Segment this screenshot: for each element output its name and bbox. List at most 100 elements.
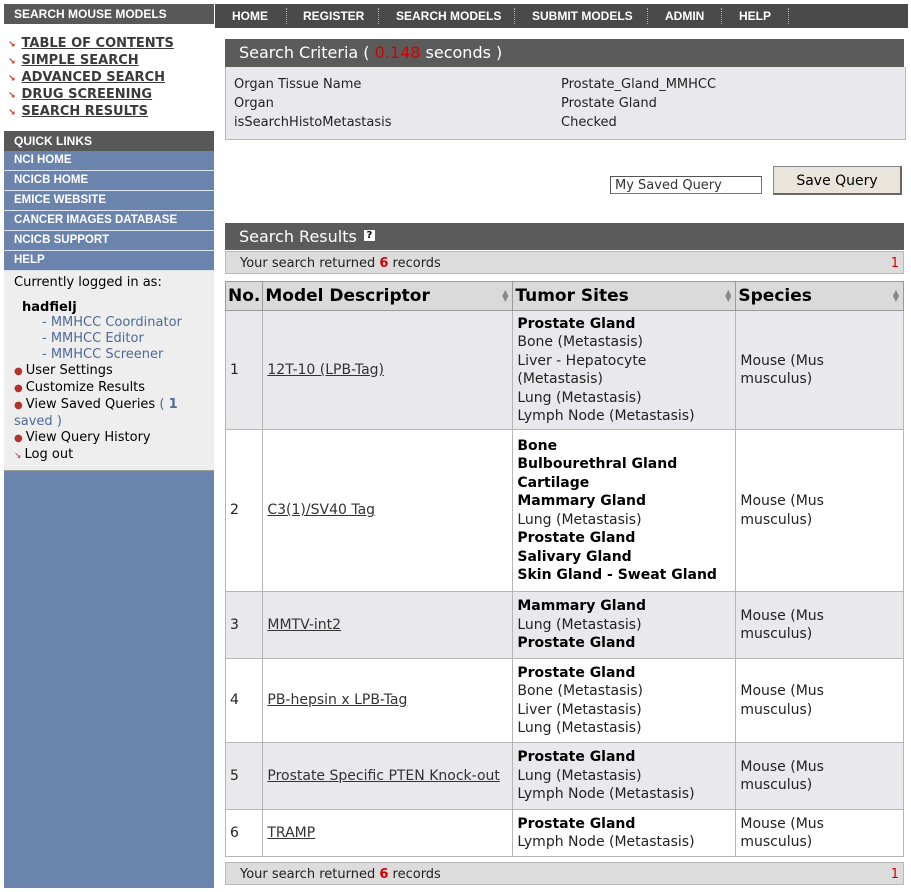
- results-body: 1 12T-10 (LPB-Tag) Prostate Gland Bone (Met…: [224, 310, 904, 857]
- nav-search-models[interactable]: SEARCH MODELS: [396, 4, 501, 28]
- nav-admin[interactable]: ADMIN: [665, 4, 704, 28]
- nav-submit-models[interactable]: SUBMIT MODELS: [532, 4, 633, 28]
- species-cell: Mouse (Mus musculus): [735, 591, 904, 659]
- column-header-tumor-sites[interactable]: Tumor Sites ▲ ▼: [512, 281, 737, 311]
- model-link[interactable]: Prostate Specific PTEN Knock-out: [267, 768, 500, 784]
- page-number[interactable]: 1: [891, 252, 899, 275]
- tumor-sites-cell: Prostate Gland Bone (Metastasis) Liver (Me…: [512, 658, 737, 743]
- tumor-sites-cell: Bone Bulbourethral Gland Cartilage Mammary …: [512, 429, 737, 592]
- tumor-site: Bulbourethral Gland: [517, 456, 678, 472]
- nav-help[interactable]: HELP: [739, 4, 771, 28]
- toc-item-advanced-search[interactable]: ↘ ADVANCED SEARCH: [8, 70, 214, 87]
- tumor-site: Lung (Metastasis): [517, 720, 642, 736]
- results-table: No. Model Descriptor ▲ ▼ Tumor Sites ▲ ▼ Spe…: [224, 281, 904, 857]
- column-header-species[interactable]: Species ▲ ▼: [735, 281, 904, 311]
- tumor-site: Prostate Gland: [517, 815, 636, 832]
- tumor-site: Lung (Metastasis): [517, 511, 642, 528]
- toc-item-table-of-contents[interactable]: ↘ TABLE OF CONTENTS: [8, 36, 214, 53]
- help-icon[interactable]: ?: [363, 230, 375, 241]
- table-row: 5 Prostate Specific PTEN Knock-out Prostat…: [224, 742, 904, 810]
- bullet-icon: ●: [14, 400, 23, 411]
- model-link[interactable]: C3(1)/SV40 Tag: [267, 502, 375, 518]
- quick-link-nci-home[interactable]: NCI HOME: [4, 151, 214, 171]
- user-settings-link[interactable]: User Settings: [26, 363, 113, 378]
- tumor-site: Lung (Metastasis): [517, 389, 642, 406]
- search-results-header: Search Results ?: [225, 223, 904, 250]
- arrow-icon: ↘: [8, 91, 16, 101]
- tumor-site: Lung (Metastasis): [517, 767, 642, 784]
- table-row: 4 PB-hepsin x LPB-Tag Prostate Gland Bone (…: [224, 658, 904, 743]
- species-cell: Mouse (Mus musculus): [735, 809, 904, 857]
- model-descriptor-cell: Prostate Specific PTEN Knock-out: [262, 742, 514, 810]
- row-number: 4: [224, 658, 264, 743]
- nav-separator: [721, 8, 722, 24]
- toc-item-simple-search[interactable]: ↘ SIMPLE SEARCH: [8, 53, 214, 70]
- saved-suffix: saved ): [14, 414, 62, 429]
- criteria-value: Prostate Gland: [561, 96, 657, 111]
- view-query-history-link[interactable]: View Query History: [26, 430, 151, 445]
- tumor-site: Lymph Node (Metastasis): [517, 408, 695, 424]
- results-summary-bottom: Your search returned 6 records 1: [225, 862, 904, 885]
- saved-queries-count: 1: [168, 397, 178, 412]
- save-query-button[interactable]: Save Query: [773, 166, 902, 195]
- tumor-site: Bone (Metastasis): [517, 334, 644, 350]
- view-saved-queries-link[interactable]: View Saved Queries: [26, 397, 155, 412]
- quick-link-ncicb-home[interactable]: NCICB HOME: [4, 171, 214, 191]
- nav-separator: [788, 8, 789, 24]
- top-navigation: HOME REGISTER SEARCH MODELS SUBMIT MODEL…: [215, 4, 908, 28]
- tumor-site: Lymph Node (Metastasis): [517, 834, 695, 850]
- logout-link[interactable]: Log out: [25, 447, 74, 462]
- tumor-site: Prostate Gland: [517, 749, 636, 766]
- account-link-row: ● Customize Results: [14, 380, 206, 397]
- species-cell: Mouse (Mus musculus): [735, 310, 904, 430]
- model-link[interactable]: MMTV-int2: [267, 617, 341, 633]
- nav-register[interactable]: REGISTER: [303, 4, 364, 28]
- model-descriptor-cell: 12T-10 (LPB-Tag): [262, 310, 514, 430]
- table-row: 6 TRAMP Prostate Gland Lymph Node (Metastas…: [224, 809, 904, 857]
- sidebar-header: SEARCH MOUSE MODELS: [4, 4, 214, 24]
- account-link-row: ● User Settings: [14, 363, 206, 380]
- criteria-name: Organ: [234, 96, 274, 111]
- criteria-name: isSearchHistoMetastasis: [234, 115, 392, 130]
- model-link[interactable]: PB-hepsin x LPB-Tag: [267, 692, 407, 708]
- tumor-site: Bone (Metastasis): [517, 683, 644, 699]
- tumor-sites-cell: Prostate Gland Lung (Metastasis) Lymph Nod…: [512, 742, 737, 810]
- results-count: 6: [379, 256, 389, 271]
- criteria-name: Organ Tissue Name: [234, 77, 362, 92]
- column-header-model-descriptor[interactable]: Model Descriptor ▲ ▼: [262, 281, 514, 311]
- model-descriptor-cell: MMTV-int2: [262, 591, 514, 659]
- results-summary-top: Your search returned 6 records 1: [225, 251, 904, 274]
- tumor-site: Prostate Gland: [517, 664, 636, 681]
- account-link-row: ● View Query History: [14, 430, 206, 447]
- quick-link-emice-website[interactable]: EMICE WEBSITE: [4, 191, 214, 211]
- search-duration: 0.148: [374, 43, 421, 62]
- customize-results-link[interactable]: Customize Results: [26, 380, 145, 395]
- quick-link-help[interactable]: HELP: [4, 251, 214, 271]
- tumor-site: Prostate Gland: [517, 315, 636, 332]
- tumor-site: Bone: [517, 437, 558, 454]
- row-number: 5: [224, 742, 264, 810]
- page-number[interactable]: 1: [891, 863, 899, 886]
- saved-query-name-input[interactable]: [610, 176, 762, 194]
- column-header-no[interactable]: No.: [224, 281, 264, 311]
- row-number: 2: [224, 429, 264, 592]
- sort-icon: ▲ ▼: [892, 288, 899, 303]
- role-coordinator: - MMHCC Coordinator: [42, 315, 182, 330]
- account-link-row: ● View Saved Queries ( 1 saved ): [14, 397, 178, 429]
- nav-home[interactable]: HOME: [232, 4, 268, 28]
- model-link[interactable]: TRAMP: [267, 825, 315, 841]
- model-link[interactable]: 12T-10 (LPB-Tag): [267, 362, 384, 378]
- quick-link-cancer-images-database[interactable]: CANCER IMAGES DATABASE: [4, 211, 214, 231]
- sort-icon: ▲ ▼: [725, 288, 732, 303]
- account-link-row: ↘ Log out: [14, 447, 206, 464]
- toc-item-drug-screening[interactable]: ↘ DRUG SCREENING: [8, 87, 214, 104]
- tumor-site: Mammary Gland: [517, 598, 647, 615]
- login-username: hadfielj: [22, 300, 77, 315]
- login-label: Currently logged in as:: [14, 275, 162, 290]
- arrow-icon: ↘: [8, 40, 16, 50]
- tumor-site: Cartilage: [517, 474, 590, 491]
- toc-item-search-results[interactable]: ↘ SEARCH RESULTS: [8, 104, 214, 121]
- tumor-site: Lymph Node (Metastasis): [517, 786, 695, 803]
- quick-link-ncicb-support[interactable]: NCICB SUPPORT: [4, 231, 214, 251]
- table-row: 1 12T-10 (LPB-Tag) Prostate Gland Bone (Met…: [224, 310, 904, 430]
